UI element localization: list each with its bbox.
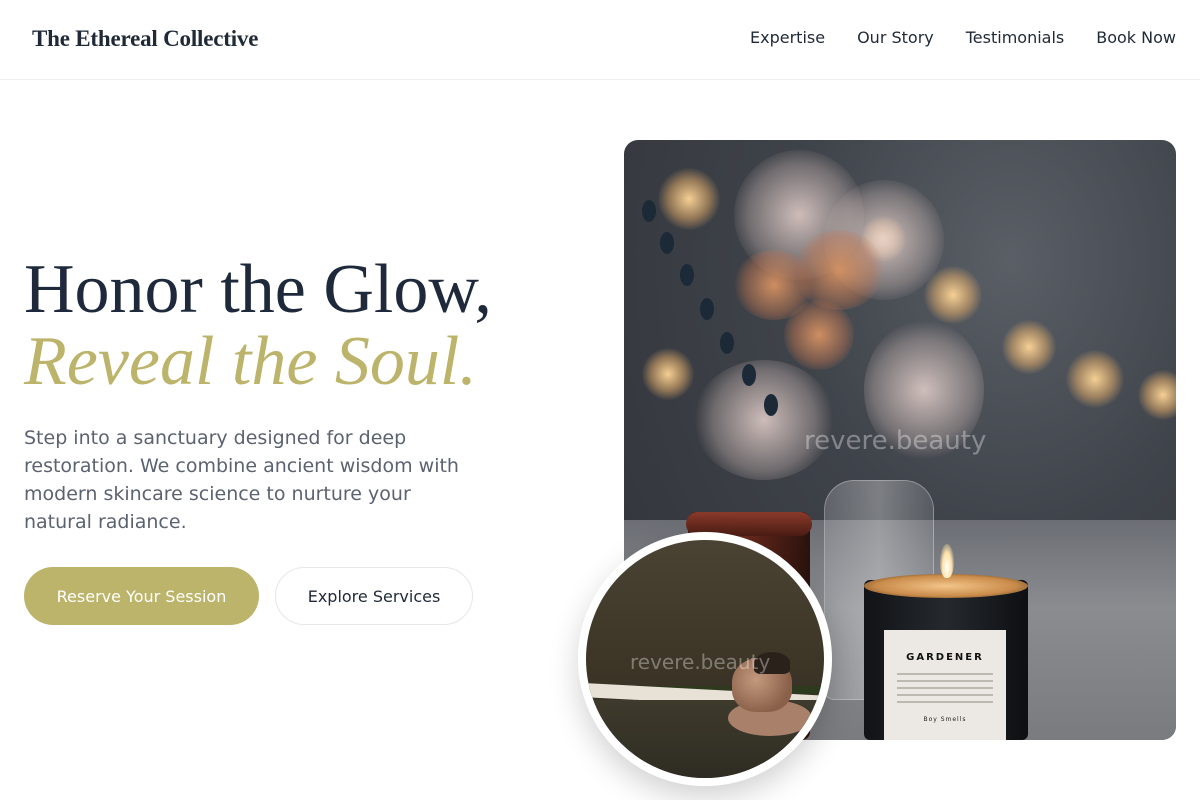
hero-lead-paragraph: Step into a sanctuary designed for deep …: [24, 427, 459, 533]
inset-watermark: revere.beauty: [630, 650, 771, 674]
candle-label: GARDENER Boy Smells: [884, 630, 1006, 740]
hero-headline: Honor the Glow, Reveal the Soul.: [24, 254, 492, 398]
candle-flame: [940, 544, 954, 578]
hero-headline-line1: Honor the Glow,: [24, 251, 492, 328]
pampas-fluff: [694, 360, 834, 480]
nav-item-our-story[interactable]: Our Story: [857, 28, 934, 47]
main-nav: Expertise Our Story Testimonials Book No…: [750, 28, 1176, 47]
eucalyptus-leaf: [764, 394, 778, 416]
brand-logo[interactable]: The Ethereal Collective: [32, 26, 258, 52]
candle-label-fineprint: [897, 673, 993, 708]
eucalyptus-leaf: [642, 200, 656, 222]
bokeh-light: [1138, 370, 1176, 420]
eucalyptus-leaf: [720, 332, 734, 354]
bokeh-light: [1066, 350, 1124, 408]
site-header: The Ethereal Collective Expertise Our St…: [0, 0, 1200, 80]
eucalyptus-leaf: [700, 298, 714, 320]
bokeh-light: [658, 168, 720, 230]
nav-item-testimonials[interactable]: Testimonials: [966, 28, 1065, 47]
inset-bath-photo: revere.beauty: [578, 532, 832, 786]
candle-label-name: GARDENER: [906, 652, 984, 663]
explore-services-button[interactable]: Explore Services: [275, 567, 473, 625]
bokeh-light: [1002, 320, 1056, 374]
image-watermark: revere.beauty: [804, 426, 987, 456]
reserve-session-button[interactable]: Reserve Your Session: [24, 567, 259, 625]
eucalyptus-leaf: [680, 264, 694, 286]
nav-item-book-now[interactable]: Book Now: [1096, 28, 1176, 47]
candle-label-maker: Boy Smells: [923, 716, 967, 723]
nav-item-expertise[interactable]: Expertise: [750, 28, 825, 47]
dried-flower: [794, 230, 884, 310]
dried-flower: [784, 300, 854, 370]
eucalyptus-leaf: [742, 364, 756, 386]
eucalyptus-leaf: [660, 232, 674, 254]
bokeh-light: [642, 348, 694, 400]
hero-headline-accent: Reveal the Soul.: [24, 323, 477, 400]
